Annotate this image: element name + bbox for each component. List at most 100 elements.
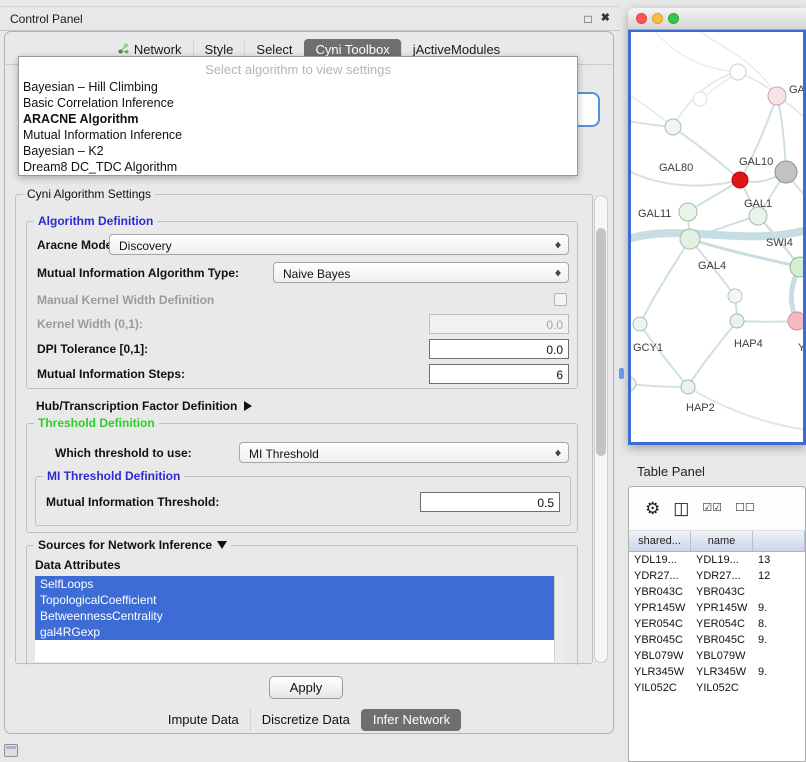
aracne-mode-select[interactable]: Discovery xyxy=(109,234,569,255)
manual-kernel-width-checkbox[interactable] xyxy=(554,293,567,306)
network-node[interactable] xyxy=(633,317,647,331)
bottom-tab-discretize-data[interactable]: Discretize Data xyxy=(250,709,361,731)
table-cell: YLR345W xyxy=(691,664,753,680)
table-cell: YBR045C xyxy=(629,632,691,648)
network-node[interactable] xyxy=(730,64,746,80)
deselect-all-icon[interactable]: ☐☐ xyxy=(735,503,755,514)
threshold-definition-group: Threshold Definition Which threshold to … xyxy=(26,423,578,533)
mi-steps-field[interactable]: 6 xyxy=(429,364,569,384)
close-window-icon[interactable]: ✖ xyxy=(601,13,610,24)
network-edge[interactable] xyxy=(640,324,688,387)
sources-title-row[interactable]: Sources for Network Inference xyxy=(34,538,231,552)
network-node[interactable] xyxy=(775,161,797,183)
table-row[interactable]: YBL079WYBL079W xyxy=(629,648,805,664)
table-row[interactable]: YPR145WYPR145W9. xyxy=(629,600,805,616)
node-label-gal11: GAL11 xyxy=(638,208,671,220)
close-button[interactable] xyxy=(636,13,647,24)
which-threshold-select[interactable]: MI Threshold xyxy=(239,442,569,463)
network-node[interactable] xyxy=(728,289,742,303)
algorithm-option-basic-correlation-inference[interactable]: Basic Correlation Inference xyxy=(19,95,577,111)
table-row[interactable]: YDR27...YDR27...12 xyxy=(629,568,805,584)
network-node[interactable] xyxy=(790,257,803,277)
attribute-item-betweennesscentrality[interactable]: BetweennessCentrality xyxy=(35,608,554,624)
algorithm-option-mutual-information-inference[interactable]: Mutual Information Inference xyxy=(19,127,577,143)
table-cell: 12 xyxy=(753,568,805,584)
hub-transcription-factor-section[interactable]: Hub/Transcription Factor Definition xyxy=(36,399,252,413)
table-row[interactable]: YIL052CYIL052C xyxy=(629,680,805,696)
network-edge[interactable] xyxy=(688,321,737,387)
data-attributes-label: Data Attributes xyxy=(35,558,121,572)
kernel-width-value: 0.0 xyxy=(546,318,563,332)
dpi-tolerance-field[interactable]: 0.0 xyxy=(429,339,569,359)
column-header-shared[interactable]: shared... xyxy=(629,531,691,551)
aracne-mode-label: Aracne Mode: xyxy=(37,238,116,252)
network-node[interactable] xyxy=(732,172,748,188)
network-edge[interactable] xyxy=(640,239,690,324)
settings-scrollbar[interactable] xyxy=(594,195,608,663)
gear-icon[interactable]: ⚙ xyxy=(645,500,660,517)
expand-right-icon xyxy=(244,401,252,411)
algorithm-definition-title: Algorithm Definition xyxy=(34,214,157,228)
control-panel-window: Control Panel □ ✖ NetworkStyleSelectCyni… xyxy=(0,6,620,736)
sources-title: Sources for Network Inference xyxy=(38,538,212,552)
algorithm-option-dream8-dc-tdc-algorithm[interactable]: Dream8 DC_TDC Algorithm xyxy=(19,159,577,175)
minimize-button[interactable] xyxy=(652,13,663,24)
mi-steps-label: Mutual Information Steps: xyxy=(37,367,185,381)
network-canvas[interactable]: GALGAL80GAL10GAL1GAL11SWI4GAL4GCY1HAP4YH… xyxy=(628,30,806,445)
column-header-name[interactable]: name xyxy=(691,531,753,551)
bottom-tab-bar: Impute DataDiscretize DataInfer Network xyxy=(5,709,613,731)
table-cell xyxy=(753,680,805,696)
kernel-width-field[interactable]: 0.0 xyxy=(429,314,569,334)
network-node[interactable] xyxy=(679,203,697,221)
bottom-tab-impute-data[interactable]: Impute Data xyxy=(157,709,250,731)
bottom-tab-infer-network[interactable]: Infer Network xyxy=(361,709,461,731)
network-canvas-svg[interactable]: GALGAL80GAL10GAL1GAL11SWI4GAL4GCY1HAP4YH… xyxy=(631,32,803,442)
attribute-item-selfloops[interactable]: SelfLoops xyxy=(35,576,554,592)
attribute-item-topologicalcoefficient[interactable]: TopologicalCoefficient xyxy=(35,592,554,608)
column-header-2[interactable] xyxy=(753,531,805,551)
node-label-swi4: SWI4 xyxy=(766,237,793,249)
table-cell: YBR043C xyxy=(629,584,691,600)
mi-threshold-label: Mutual Information Threshold: xyxy=(46,495,219,509)
zoom-button[interactable] xyxy=(668,13,679,24)
select-all-icon[interactable]: ☑☑ xyxy=(702,503,722,514)
which-threshold-label: Which threshold to use: xyxy=(55,446,192,460)
attribute-item-gal4rgexp[interactable]: gal4RGexp xyxy=(35,624,554,640)
algorithm-option-bayesian-hill-climbing[interactable]: Bayesian – Hill Climbing xyxy=(19,79,577,95)
network-node[interactable] xyxy=(681,380,695,394)
table-row[interactable]: YER054CYER054C8. xyxy=(629,616,805,632)
network-edge[interactable] xyxy=(651,32,738,72)
data-attributes-list[interactable]: SelfLoopsTopologicalCoefficientBetweenne… xyxy=(35,576,565,662)
mi-threshold-field[interactable]: 0.5 xyxy=(420,492,560,512)
table-rows: YDL19...YDL19...13YDR27...YDR27...12YBR0… xyxy=(629,552,805,761)
table-cell: YBR043C xyxy=(691,584,753,600)
float-window-icon[interactable]: □ xyxy=(585,13,592,25)
table-row[interactable]: YLR345WYLR345W9. xyxy=(629,664,805,680)
mi-threshold-definition-group: MI Threshold Definition Mutual Informati… xyxy=(35,476,571,526)
network-node[interactable] xyxy=(680,229,700,249)
network-node[interactable] xyxy=(730,314,744,328)
apply-button[interactable]: Apply xyxy=(269,676,343,699)
table-row[interactable]: YBR043CYBR043C xyxy=(629,584,805,600)
table-cell: YER054C xyxy=(691,616,753,632)
which-threshold-value: MI Threshold xyxy=(249,447,319,461)
network-node[interactable] xyxy=(768,87,786,105)
table-row[interactable]: YBR045CYBR045C9. xyxy=(629,632,805,648)
mi-algorithm-type-select[interactable]: Naive Bayes xyxy=(273,262,569,283)
table-row[interactable]: YDL19...YDL19...13 xyxy=(629,552,805,568)
network-edge[interactable] xyxy=(631,384,688,387)
network-node[interactable] xyxy=(693,92,707,106)
network-node[interactable] xyxy=(788,312,803,330)
splitter-handle[interactable] xyxy=(619,368,624,379)
manual-kernel-width-label: Manual Kernel Width Definition xyxy=(37,293,214,307)
list-scrollbar[interactable] xyxy=(554,576,565,662)
columns-icon[interactable]: ◫ xyxy=(673,500,689,517)
algorithm-option-bayesian-k2[interactable]: Bayesian – K2 xyxy=(19,143,577,159)
network-node[interactable] xyxy=(665,119,681,135)
panel-toggle-icon[interactable] xyxy=(4,744,18,757)
dpi-tolerance-value: 0.0 xyxy=(546,343,563,357)
scrollbar-thumb[interactable] xyxy=(596,228,606,456)
combo-arrows-icon xyxy=(554,238,563,251)
algorithm-option-aracne-algorithm[interactable]: ARACNE Algorithm xyxy=(19,111,577,127)
network-node[interactable] xyxy=(631,377,636,391)
